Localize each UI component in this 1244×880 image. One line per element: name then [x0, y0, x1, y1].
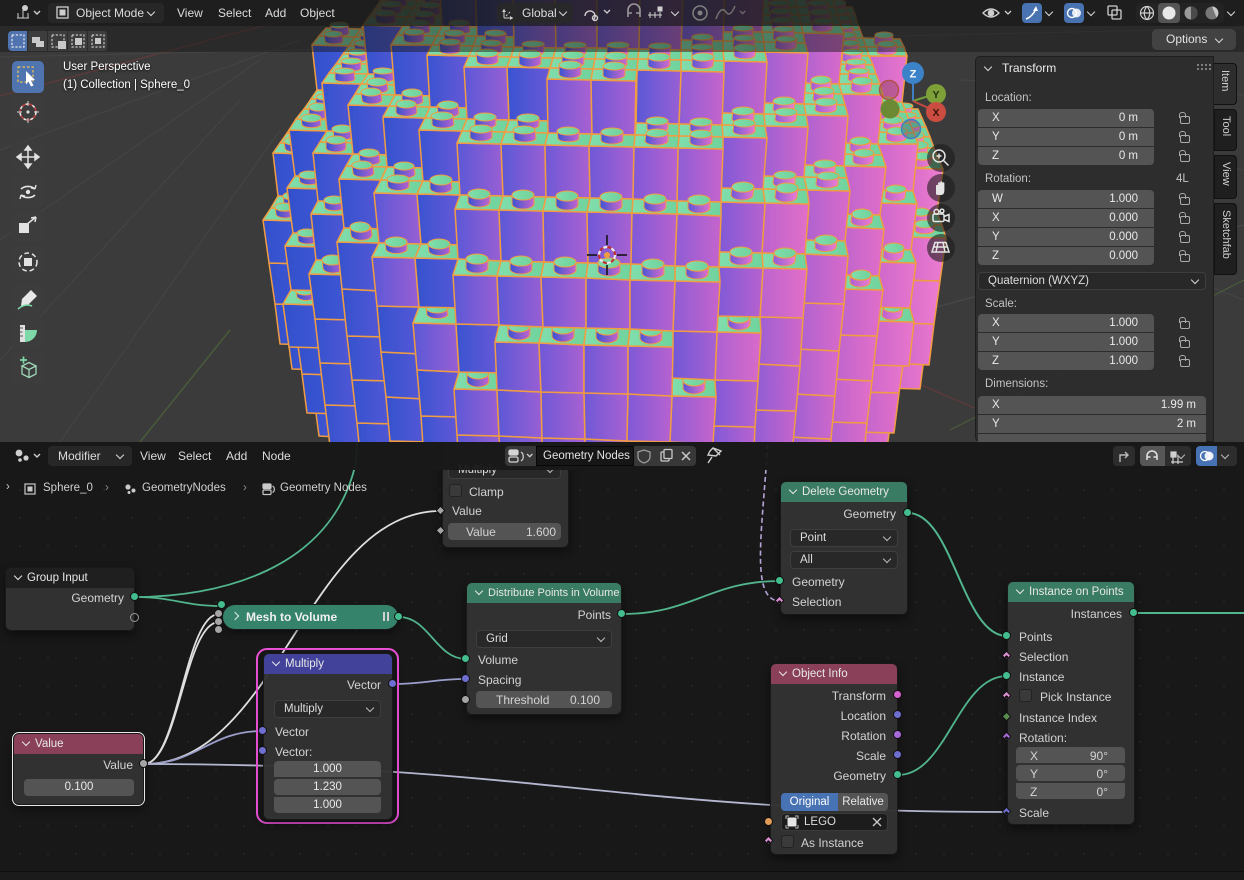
svg-text:X: X	[932, 107, 939, 119]
svg-text:Y: Y	[932, 89, 939, 101]
svg-text:Z: Z	[910, 69, 917, 81]
